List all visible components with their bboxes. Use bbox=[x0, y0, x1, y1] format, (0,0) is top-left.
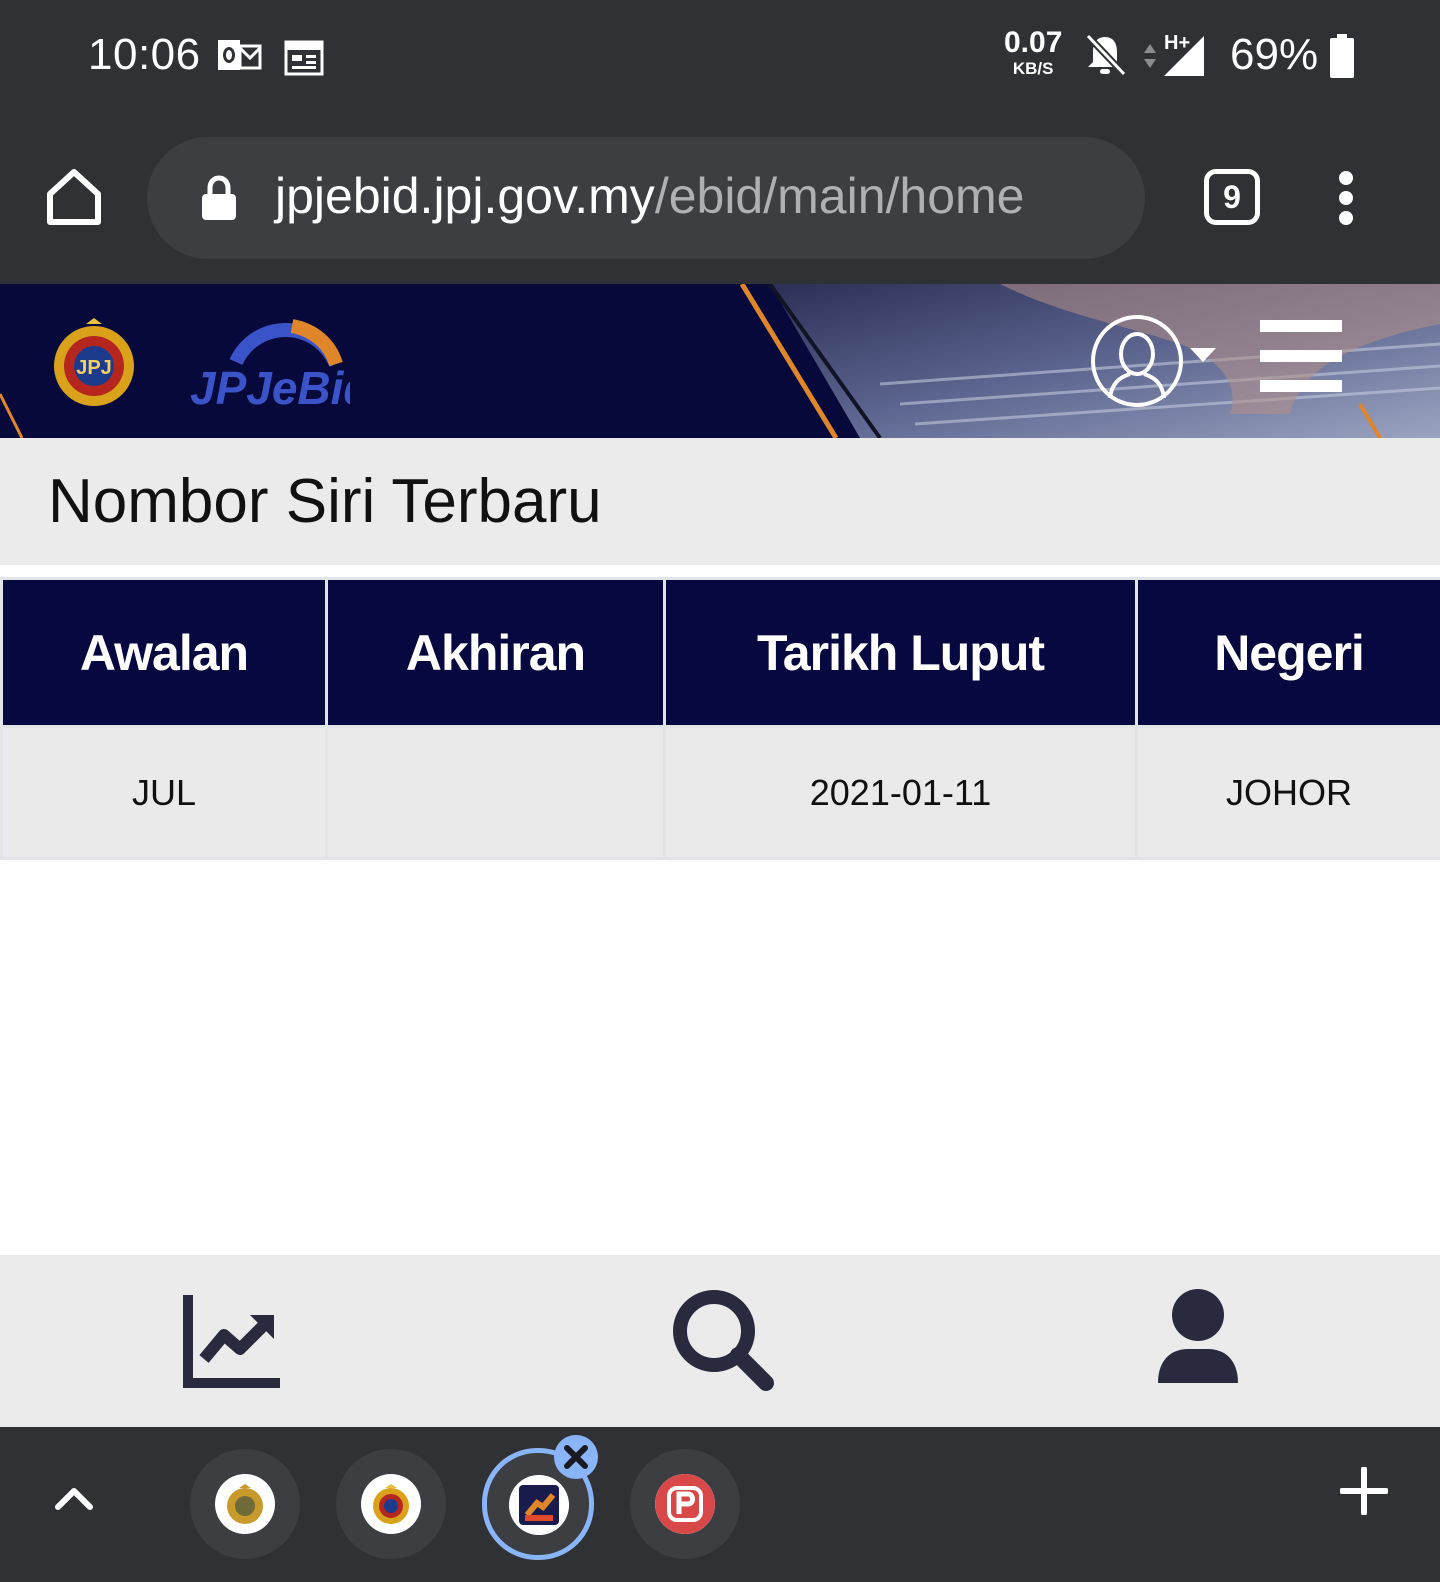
tab-thumb-4[interactable] bbox=[630, 1449, 740, 1559]
user-icon[interactable] bbox=[1142, 1285, 1252, 1395]
jpj-emblem-logo: JPJ bbox=[54, 318, 134, 406]
jpj-emblem-favicon-2 bbox=[361, 1474, 421, 1534]
url-path: /ebid/main/home bbox=[654, 168, 1025, 224]
status-bar: 10:06 0.07 KB/S H+ 69% bbox=[0, 0, 1440, 112]
tab-switcher-button[interactable]: 9 bbox=[1204, 169, 1260, 225]
jpj-emblem-favicon bbox=[215, 1474, 275, 1534]
net-speed: 0.07 KB/S bbox=[1004, 26, 1063, 78]
table-row: JUL 2021-01-11 JOHOR bbox=[0, 725, 1440, 860]
app-bottom-nav bbox=[0, 1255, 1440, 1427]
signal-icon bbox=[1164, 36, 1204, 76]
cell-negeri: JOHOR bbox=[1135, 725, 1440, 860]
status-time: 10:06 bbox=[88, 30, 201, 79]
url-bar[interactable]: jpjebid.jpj.gov.my/ebid/main/home bbox=[147, 137, 1145, 259]
net-speed-value: 0.07 bbox=[1004, 26, 1063, 59]
net-speed-unit: KB/S bbox=[1012, 59, 1054, 78]
url-host: jpjebid.jpj.gov.my bbox=[275, 168, 655, 224]
page-title-band: Nombor Siri Terbaru bbox=[0, 438, 1440, 565]
chevron-up-icon[interactable] bbox=[54, 1485, 94, 1511]
tab-thumb-1[interactable] bbox=[190, 1449, 300, 1559]
logo-text: JPJeBid bbox=[190, 362, 350, 414]
hamburger-menu-icon[interactable] bbox=[1260, 320, 1342, 394]
plus-icon[interactable] bbox=[1340, 1467, 1388, 1515]
cell-tarikh-luput: 2021-01-11 bbox=[663, 725, 1138, 860]
p-favicon bbox=[655, 1474, 715, 1534]
cell-awalan: JUL bbox=[0, 725, 328, 860]
bell-muted-icon bbox=[1085, 33, 1127, 77]
serial-number-table: Awalan Akhiran Tarikh Luput Negeri JUL 2… bbox=[0, 577, 1440, 860]
data-table: Awalan Akhiran Tarikh Luput Negeri JUL 2… bbox=[0, 577, 1440, 860]
column-header-negeri: Negeri bbox=[1135, 577, 1440, 728]
url-text: jpjebid.jpj.gov.my/ebid/main/home bbox=[275, 167, 1024, 225]
more-vert-icon[interactable] bbox=[1336, 170, 1356, 226]
battery-icon bbox=[1330, 34, 1354, 78]
column-header-akhiran: Akhiran bbox=[325, 577, 666, 728]
site-header: JPJ JPJeBid bbox=[0, 284, 1440, 438]
close-icon[interactable] bbox=[552, 1433, 600, 1481]
browser-tab-strip bbox=[0, 1427, 1440, 1582]
emblem-text: JPJ bbox=[76, 357, 112, 379]
table-header-row: Awalan Akhiran Tarikh Luput Negeri bbox=[0, 577, 1440, 728]
battery-percent: 69% bbox=[1230, 30, 1319, 79]
column-header-awalan: Awalan bbox=[0, 577, 328, 728]
dropdown-caret-icon[interactable] bbox=[1190, 348, 1216, 364]
search-icon[interactable] bbox=[668, 1285, 778, 1395]
home-icon[interactable] bbox=[44, 166, 104, 228]
cell-akhiran bbox=[325, 725, 666, 860]
lock-icon bbox=[202, 175, 236, 220]
page-title: Nombor Siri Terbaru bbox=[48, 467, 602, 536]
browser-toolbar: jpjebid.jpj.gov.my/ebid/main/home 9 bbox=[0, 112, 1440, 284]
outlook-notification-icon bbox=[218, 40, 262, 70]
data-arrows-icon bbox=[1144, 44, 1156, 68]
tab-thumb-2[interactable] bbox=[336, 1449, 446, 1559]
user-avatar-icon[interactable] bbox=[1090, 314, 1184, 408]
jpjebid-favicon bbox=[509, 1475, 569, 1535]
column-header-tarikh-luput: Tarikh Luput bbox=[663, 577, 1138, 728]
jpjebid-logo: JPJeBid bbox=[190, 319, 350, 414]
calendar-notification-icon bbox=[284, 40, 324, 76]
trend-chart-icon[interactable] bbox=[178, 1285, 288, 1395]
